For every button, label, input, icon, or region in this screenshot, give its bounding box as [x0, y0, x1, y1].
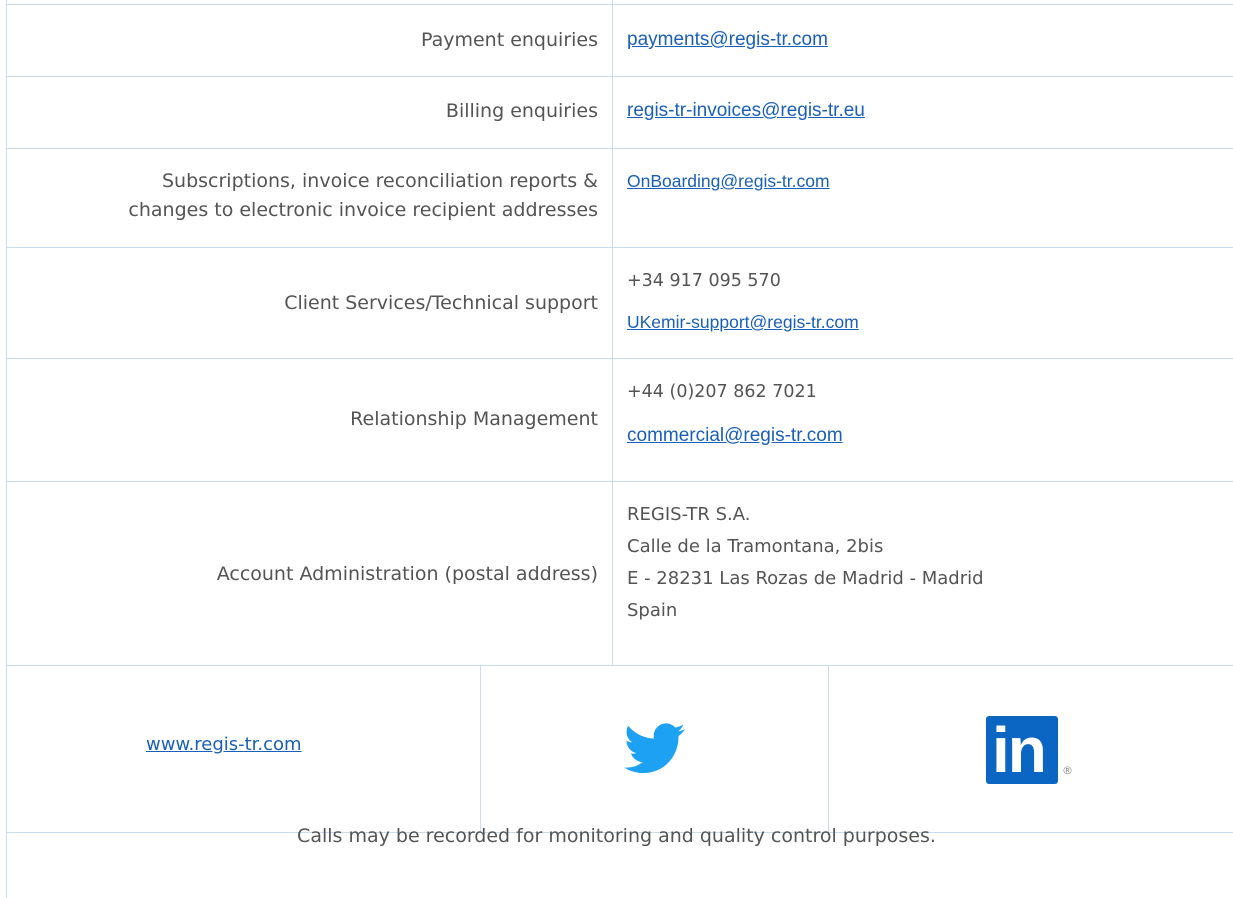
row-label: Client Services/Technical support	[284, 292, 598, 314]
website-link[interactable]: www.regis-tr.com	[146, 734, 302, 755]
row-label: Payment enquiries	[420, 29, 598, 51]
registered-mark: ®	[1062, 764, 1073, 777]
grid-line	[6, 665, 7, 833]
grid-line	[480, 665, 481, 833]
address-line: Spain	[627, 600, 678, 621]
row-label: Account Administration (postal address)	[216, 563, 598, 585]
phone-number: +44 (0)207 862 7021	[627, 382, 817, 402]
grid-line	[6, 358, 1233, 359]
phone-number: +34 917 095 570	[627, 271, 781, 291]
website-cell: www.regis-tr.com	[146, 734, 302, 755]
grid-line	[6, 76, 1233, 77]
twitter-link[interactable]	[624, 723, 686, 775]
linkedin-link[interactable]: in ®	[986, 714, 1076, 786]
recording-notice: Calls may be recorded for monitoring and…	[297, 825, 936, 847]
email-link[interactable]: commercial@regis-tr.com	[627, 425, 843, 446]
linkedin-logo-text: in	[992, 714, 1047, 786]
email-link[interactable]: OnBoarding@regis-tr.com	[627, 171, 830, 191]
grid-line	[612, 0, 613, 665]
row-label: Relationship Management	[350, 408, 598, 430]
postal-address: REGIS-TR S.A. Calle de la Tramontana, 2b…	[627, 499, 984, 627]
row-label-line: Subscriptions, invoice reconciliation re…	[161, 170, 598, 192]
row-label: Subscriptions, invoice reconciliation re…	[10, 167, 598, 225]
grid-line	[6, 247, 1233, 248]
row-label-line: changes to electronic invoice recipient …	[128, 199, 598, 221]
twitter-bird-icon	[624, 723, 685, 774]
email-link[interactable]: regis-tr-invoices@regis-tr.eu	[627, 100, 865, 121]
grid-line	[828, 665, 829, 833]
grid-line	[6, 148, 1233, 149]
grid-line	[6, 665, 1233, 666]
grid-line	[6, 0, 7, 665]
linkedin-icon: in	[986, 714, 1058, 786]
address-line: REGIS-TR S.A.	[627, 504, 751, 525]
address-line: E - 28231 Las Rozas de Madrid - Madrid	[627, 568, 984, 589]
address-line: Calle de la Tramontana, 2bis	[627, 536, 884, 557]
row-label: Billing enquiries	[445, 100, 598, 122]
grid-line	[6, 4, 1233, 5]
email-link[interactable]: payments@regis-tr.com	[627, 29, 828, 50]
grid-line	[6, 481, 1233, 482]
email-link[interactable]: UKemir-support@regis-tr.com	[627, 312, 859, 332]
